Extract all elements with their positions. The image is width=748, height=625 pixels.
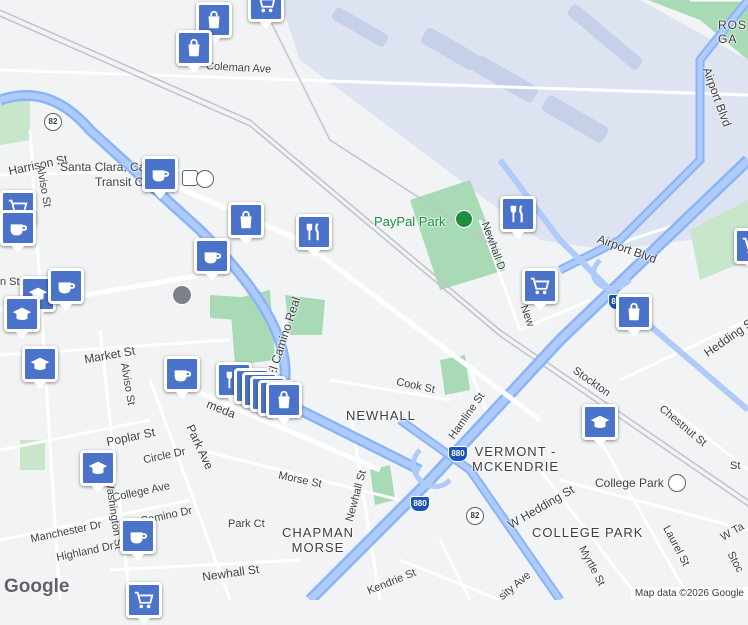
poi-cafe-5[interactable] — [164, 356, 200, 392]
shopping-cart-icon — [742, 237, 748, 254]
route-82-shield-2: 82 — [466, 507, 484, 525]
shopping-cart-icon — [134, 591, 154, 609]
shopping-bag-icon — [240, 210, 252, 229]
coffee-icon — [130, 532, 148, 544]
rail-station-icon[interactable] — [196, 170, 214, 188]
poi-cafe-2[interactable] — [0, 210, 36, 246]
st-right-label: St — [730, 460, 741, 472]
n-st-label: n St — [0, 276, 20, 288]
poi-grocery-1[interactable] — [248, 0, 284, 22]
shopping-bag-icon — [628, 302, 640, 321]
map-attribution[interactable]: Map data ©2026 Google — [630, 587, 748, 600]
poi-grocery-3[interactable] — [522, 268, 558, 304]
university-icon[interactable] — [172, 285, 192, 305]
poi-school-4[interactable] — [80, 450, 116, 486]
school-icon — [12, 307, 32, 320]
school-icon — [590, 415, 610, 428]
school-icon — [88, 461, 108, 474]
shopping-bag-icon — [208, 10, 220, 29]
school-icon — [30, 357, 50, 370]
poi-restaurant-1[interactable] — [296, 214, 332, 250]
paypal-park-label: PayPal Park — [374, 214, 446, 229]
college-park-station-label: College Park — [595, 476, 664, 490]
poi-cafe-6[interactable] — [120, 518, 156, 554]
poi-school-3[interactable] — [22, 346, 58, 382]
college-park-area-label: COLLEGE PARK — [532, 525, 644, 540]
route-82-shield: 82 — [44, 113, 62, 131]
chapman-morse-area-label: CHAPMAN MORSE — [282, 525, 355, 555]
poi-shopping-3[interactable] — [228, 202, 264, 238]
vermont-mckendrie-area-label: VERMONT - MCKENDRIE — [472, 444, 560, 474]
google-logo: Google — [4, 576, 70, 597]
college-park-station-icon[interactable] — [668, 474, 686, 492]
poi-cafe-3[interactable] — [194, 238, 230, 274]
poi-shopping-8[interactable] — [266, 382, 302, 418]
restaurant-icon — [510, 204, 523, 223]
transit-center-label-1: Santa Clara, Cali — [60, 160, 151, 174]
poi-grocery-4[interactable] — [126, 582, 162, 618]
paypal-park-icon[interactable] — [455, 210, 473, 228]
i880-shield-2: 880 — [410, 496, 430, 512]
ros-ga-label: ROS GA — [718, 18, 748, 46]
shopping-bag-icon — [188, 38, 200, 57]
shopping-cart-icon — [259, 0, 276, 13]
poi-school-2[interactable] — [4, 296, 40, 332]
restaurant-icon — [306, 222, 319, 241]
shopping-bag-icon — [278, 390, 290, 409]
i880-shield: 880 — [448, 446, 468, 462]
coffee-icon — [10, 224, 28, 236]
park-ct-label: Park Ct — [228, 518, 265, 530]
poi-shopping-2[interactable] — [176, 30, 212, 66]
poi-shopping-9[interactable] — [616, 294, 652, 330]
coffee-icon — [58, 282, 76, 294]
poi-restaurant-2[interactable] — [500, 196, 536, 232]
poi-grocery-5[interactable] — [734, 228, 748, 264]
poi-school-5[interactable] — [582, 404, 618, 440]
coffee-icon — [174, 370, 192, 382]
poi-cafe-1[interactable] — [142, 156, 178, 192]
coffee-icon — [152, 170, 170, 182]
transit-center-label-2: Transit C — [95, 175, 144, 189]
poi-cafe-4[interactable] — [48, 268, 84, 304]
newhall-area-label: NEWHALL — [346, 408, 416, 423]
coffee-icon — [204, 252, 222, 264]
shopping-cart-icon — [530, 277, 550, 295]
